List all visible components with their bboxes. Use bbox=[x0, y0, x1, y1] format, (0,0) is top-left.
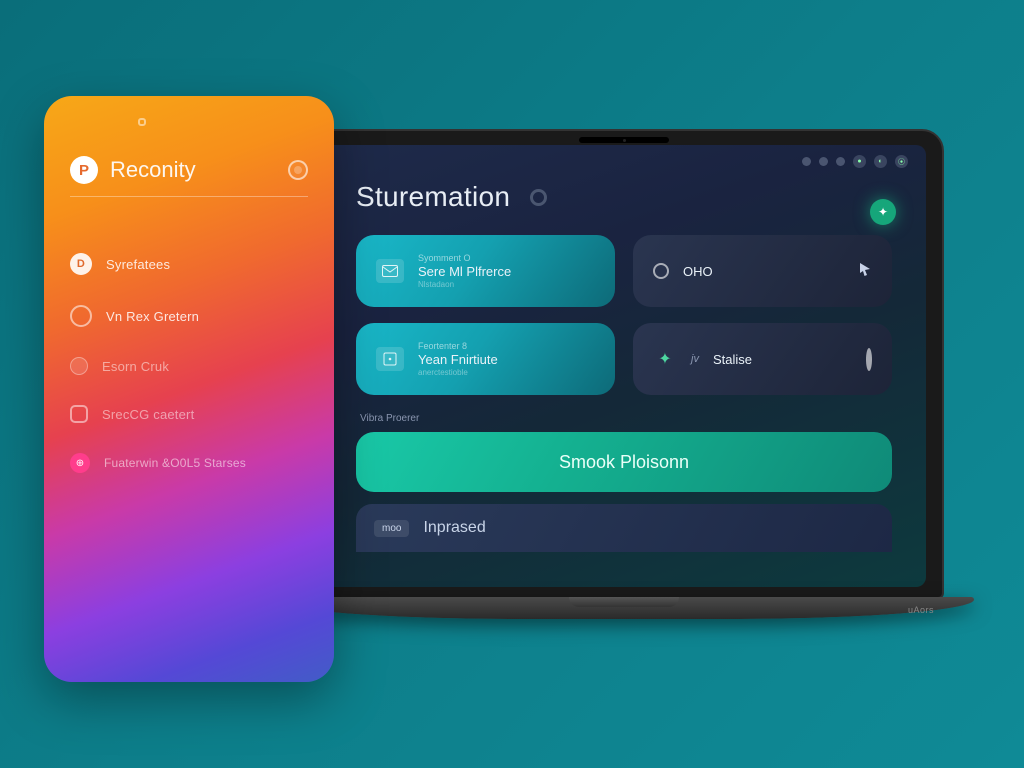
card-title: Stalise bbox=[713, 352, 752, 367]
status-icon-6: ⦿ bbox=[895, 155, 908, 168]
sidebar-item-label: Fuaterwin &O0L5 Starses bbox=[104, 456, 246, 470]
status-icon-5: ◐ bbox=[874, 155, 887, 168]
card-kicker: Feortenter 8 bbox=[418, 341, 498, 351]
card-service-2[interactable]: Feortenter 8 Yean Fnirtiute anerctestiob… bbox=[356, 323, 615, 395]
card-kicker: Syomment O bbox=[418, 253, 511, 263]
brand-action-icon[interactable] bbox=[288, 160, 308, 180]
title-indicator-icon bbox=[530, 189, 547, 206]
sidebar-item-label: Vn Rex Gretern bbox=[106, 309, 199, 324]
header-row: Sturemation bbox=[356, 181, 892, 213]
status-icon-1 bbox=[802, 157, 811, 166]
card-service-1[interactable]: Syomment O Sere Ml Plfrerce Nlstadaon bbox=[356, 235, 615, 307]
nav-icon-dot bbox=[70, 357, 88, 375]
bottom-chip: moo bbox=[374, 520, 409, 537]
banner-label: Smook Ploisonn bbox=[559, 452, 689, 473]
page-title: Sturemation bbox=[356, 181, 510, 213]
leaf-icon: ✦ bbox=[653, 347, 677, 371]
sidebar-item-label: Esorn Cruk bbox=[102, 359, 169, 374]
doc-icon bbox=[376, 347, 404, 371]
card-text: Feortenter 8 Yean Fnirtiute anerctestiob… bbox=[418, 341, 498, 377]
viewport: ● ◐ ⦿ Sturemation ✦ Syomment O bbox=[0, 0, 1024, 768]
camera-notch bbox=[579, 137, 669, 143]
nav-icon-pink: ⊕ bbox=[70, 453, 90, 473]
header-action-button[interactable]: ✦ bbox=[870, 199, 896, 225]
card-sub: anerctestioble bbox=[418, 368, 498, 377]
card-sub: Nlstadaon bbox=[418, 280, 511, 289]
status-icon-3 bbox=[836, 157, 845, 166]
ring-icon bbox=[653, 263, 669, 279]
status-bar: ● ◐ ⦿ bbox=[802, 155, 908, 168]
sidebar-item-fuaterwin[interactable]: ⊕ Fuaterwin &O0L5 Starses bbox=[70, 453, 308, 473]
laptop-hinge-notch bbox=[569, 597, 679, 607]
ring-large-icon bbox=[866, 351, 872, 368]
card-title: Yean Fnirtiute bbox=[418, 352, 498, 367]
app-screen: ● ◐ ⦿ Sturemation ✦ Syomment O bbox=[322, 145, 926, 587]
card-oho[interactable]: OHO bbox=[633, 235, 892, 307]
card-grid: Syomment O Sere Ml Plfrerce Nlstadaon OH… bbox=[356, 235, 892, 395]
sidebar-item-sreccg[interactable]: SrecCG caetert bbox=[70, 405, 308, 423]
card-title: Sere Ml Plfrerce bbox=[418, 264, 511, 279]
sidebar-item-label: SrecCG caetert bbox=[102, 407, 194, 422]
card-stalise[interactable]: ✦ jv Stalise bbox=[633, 323, 892, 395]
sidebar-item-label: Syrefatees bbox=[106, 257, 170, 272]
laptop-screen: ● ◐ ⦿ Sturemation ✦ Syomment O bbox=[304, 129, 944, 599]
laptop-brand-label: uAors bbox=[908, 605, 934, 615]
section-label: Vibra Proerer bbox=[360, 413, 892, 424]
brand-row[interactable]: P Reconity bbox=[70, 156, 308, 197]
laptop-base: uAors bbox=[274, 597, 974, 619]
nav-icon-outline bbox=[70, 305, 92, 327]
nav-icon-square bbox=[70, 405, 88, 423]
status-icon-2 bbox=[819, 157, 828, 166]
nav-icon-filled: D bbox=[70, 253, 92, 275]
brand-badge: P bbox=[70, 156, 98, 184]
sidebar-nav: D Syrefatees Vn Rex Gretern Esorn Cruk S… bbox=[70, 253, 308, 473]
sidebar-item-esorn[interactable]: Esorn Cruk bbox=[70, 357, 308, 375]
sidebar-card: P Reconity D Syrefatees Vn Rex Gretern E… bbox=[44, 96, 334, 682]
sidebar-mini-icon bbox=[138, 118, 146, 126]
card-title: OHO bbox=[683, 264, 713, 279]
sidebar-item-syrefatees[interactable]: D Syrefatees bbox=[70, 253, 308, 275]
primary-banner-button[interactable]: Smook Ploisonn bbox=[356, 432, 892, 492]
bottom-label: Inprased bbox=[423, 519, 485, 537]
laptop-device: ● ◐ ⦿ Sturemation ✦ Syomment O bbox=[304, 129, 944, 639]
bottom-card[interactable]: moo Inprased bbox=[356, 504, 892, 552]
status-icon-4: ● bbox=[853, 155, 866, 168]
brand-name: Reconity bbox=[110, 157, 196, 183]
card-text: Syomment O Sere Ml Plfrerce Nlstadaon bbox=[418, 253, 511, 289]
card-pre: jv bbox=[691, 353, 699, 365]
sidebar-item-vnrex[interactable]: Vn Rex Gretern bbox=[70, 305, 308, 327]
mail-icon bbox=[376, 259, 404, 283]
pointer-icon bbox=[858, 261, 872, 281]
